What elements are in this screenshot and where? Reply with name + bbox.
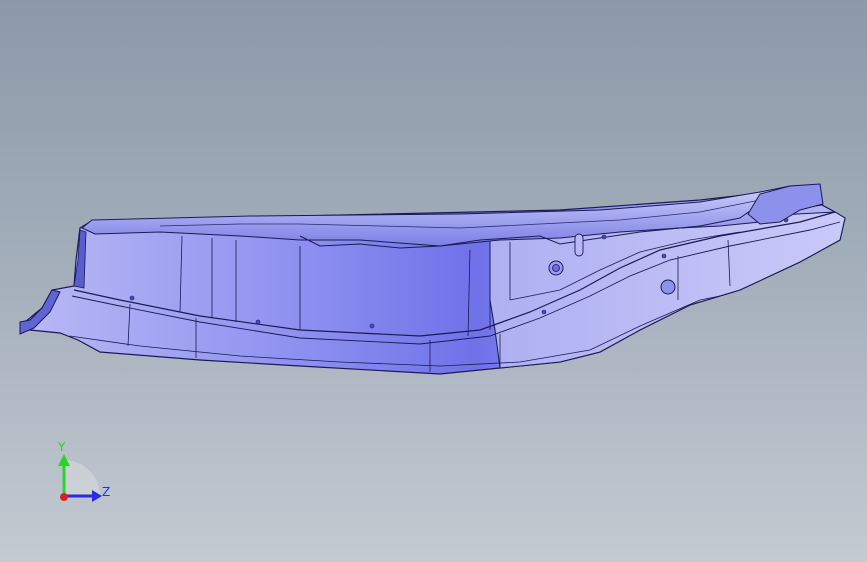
- triad-y-arrow: [58, 454, 70, 466]
- part-slot: [574, 233, 584, 257]
- part-hole-mid: [660, 279, 676, 295]
- view-orientation-triad[interactable]: Y Z: [44, 440, 124, 510]
- graphics-viewport[interactable]: Y Z: [0, 0, 867, 562]
- triad-z-label: Z: [102, 485, 111, 499]
- triad-graphic: [58, 454, 102, 502]
- triad-x-axis-dot: [60, 493, 68, 501]
- part-model[interactable]: [0, 0, 867, 562]
- triad-y-label: Y: [58, 440, 66, 454]
- part-hole-large-inner: [552, 264, 560, 272]
